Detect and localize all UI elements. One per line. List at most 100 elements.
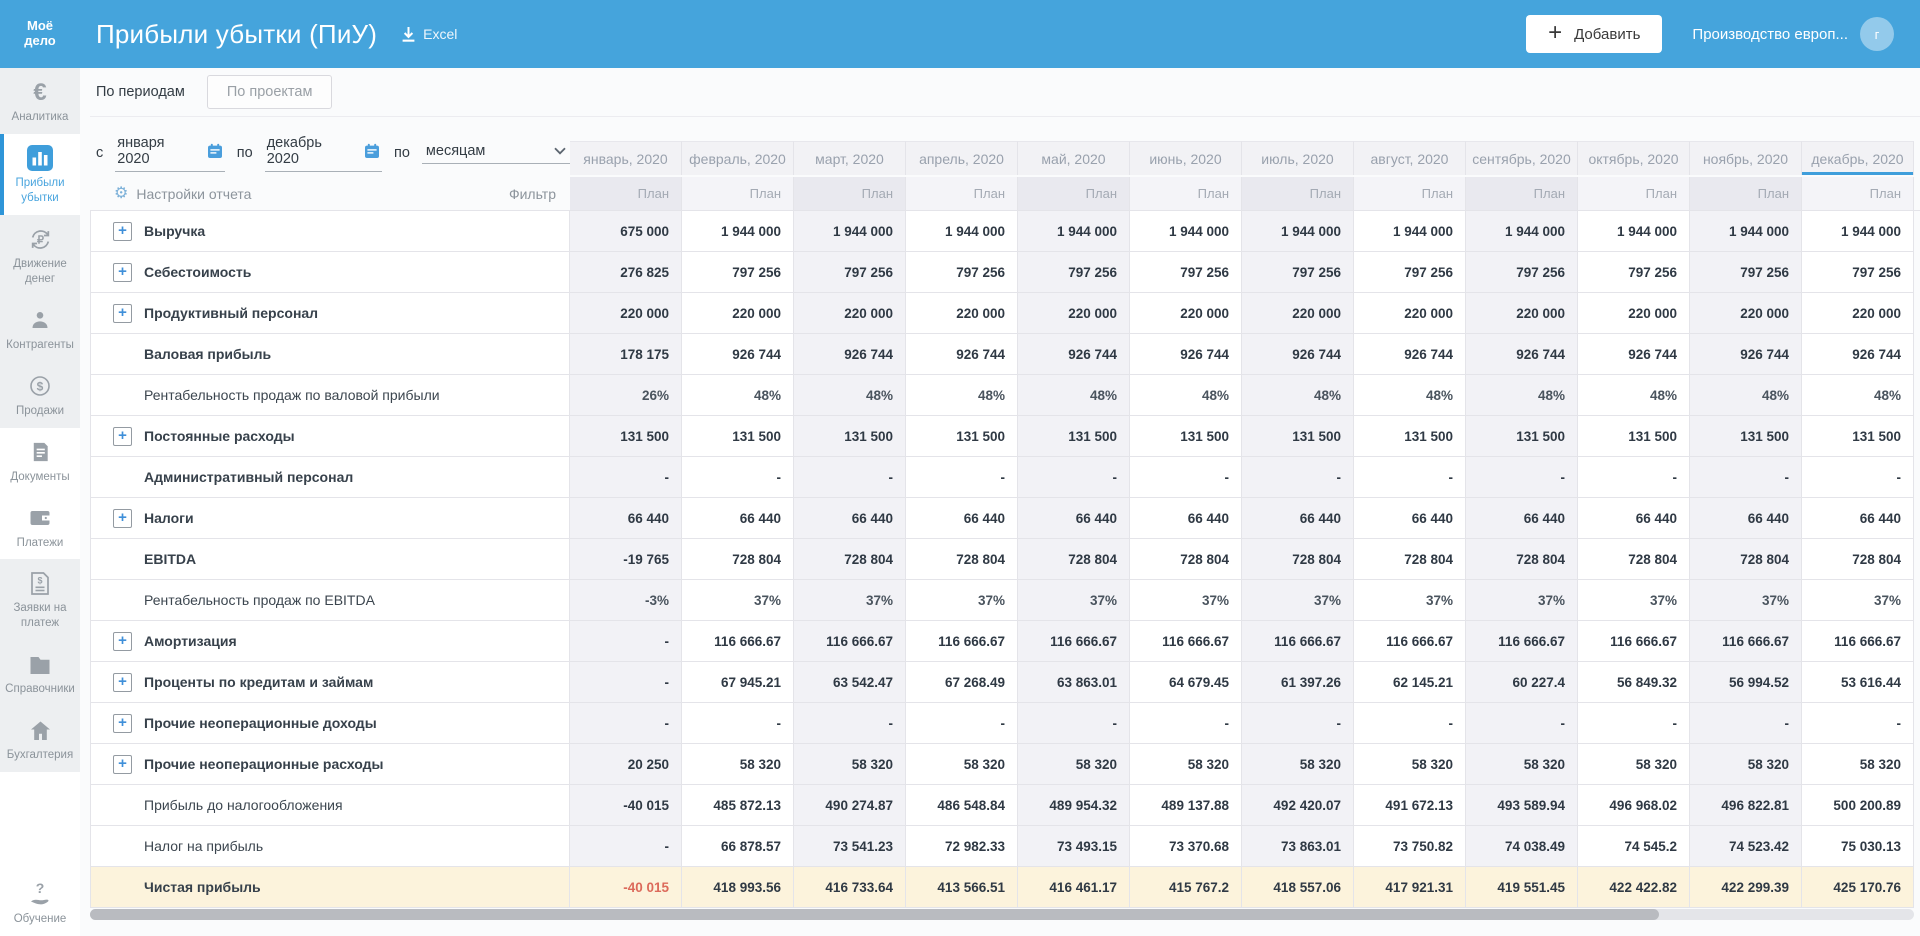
calendar-icon[interactable] — [207, 143, 223, 159]
cell-revenue-m8: 1 944 000 — [1354, 211, 1466, 251]
company-switcher[interactable]: Производство европ... — [1692, 26, 1848, 43]
sidebar-item-label: Контрагенты — [6, 338, 74, 353]
sidebar-item-label: Обучение — [14, 912, 67, 927]
cell-other-income-m6: - — [1130, 703, 1242, 743]
month-header-5[interactable]: май, 2020 — [1018, 141, 1130, 175]
expand-row-button[interactable]: + — [113, 714, 132, 733]
expand-row-button[interactable]: + — [113, 427, 132, 446]
cell-fixed-costs-m8: 131 500 — [1354, 416, 1466, 456]
sidebar-item-counterparties[interactable]: Контрагенты — [0, 296, 80, 362]
report-settings-link[interactable]: Настройки отчета — [136, 186, 251, 202]
row-label-cell-productive-staff: +Продуктивный персонал — [90, 293, 570, 333]
tab-by-periods[interactable]: По периодам — [94, 75, 197, 109]
sidebar-item-sales[interactable]: $Продажи — [0, 362, 80, 428]
cell-ebitda-m1: -19 765 — [570, 539, 682, 579]
date-to-input[interactable]: декабрь 2020 — [265, 135, 382, 172]
cell-other-income-m10: - — [1578, 703, 1690, 743]
avatar[interactable]: г — [1860, 17, 1894, 51]
cell-cost-of-sales-m10: 797 256 — [1578, 252, 1690, 292]
month-header-4[interactable]: апрель, 2020 — [906, 141, 1018, 175]
moedelo-logo[interactable]: Моё дело — [0, 19, 80, 49]
expand-row-button[interactable]: + — [113, 755, 132, 774]
month-header-2[interactable]: февраль, 2020 — [682, 141, 794, 175]
plan-row: ⚙ Настройки отчета Фильтр ПланПланПланПл… — [90, 177, 1914, 210]
cell-depreciation-m11: 116 666.67 — [1690, 621, 1802, 661]
cell-net-profit-m10: 422 422.82 — [1578, 867, 1690, 907]
cell-profit-before-tax-m12: 500 200.89 — [1802, 785, 1914, 825]
cell-revenue-m9: 1 944 000 — [1466, 211, 1578, 251]
tab-by-projects[interactable]: По проектам — [207, 75, 333, 109]
month-header-9[interactable]: сентябрь, 2020 — [1466, 141, 1578, 175]
sidebar-item-payment-requests[interactable]: $Заявки на платеж — [0, 559, 80, 640]
cell-ebitda-m10: 728 804 — [1578, 539, 1690, 579]
month-header-12[interactable]: декабрь, 2020 — [1802, 141, 1914, 175]
cell-other-expenses-m1: 20 250 — [570, 744, 682, 784]
month-header-1[interactable]: январь, 2020 — [570, 141, 682, 175]
excel-export-link[interactable]: Excel — [401, 26, 457, 43]
sidebar-item-payments[interactable]: Платежи — [0, 494, 80, 560]
expand-row-button[interactable]: + — [113, 673, 132, 692]
cell-profit-before-tax-m1: -40 015 — [570, 785, 682, 825]
sidebar-item-education[interactable]: ?Обучение — [0, 870, 80, 936]
expand-row-button[interactable]: + — [113, 304, 132, 323]
from-label: с — [96, 145, 103, 161]
cell-gross-margin-m9: 48% — [1466, 375, 1578, 415]
cell-ebitda-m2: 728 804 — [682, 539, 794, 579]
row-label: Чистая прибыль — [144, 879, 261, 895]
calendar-icon[interactable] — [364, 143, 380, 159]
row-label-cell-other-income: +Прочие неоперационные доходы — [90, 703, 570, 743]
month-header-8[interactable]: август, 2020 — [1354, 141, 1466, 175]
filter-link[interactable]: Фильтр — [509, 186, 556, 202]
cell-revenue-m3: 1 944 000 — [794, 211, 906, 251]
cell-ebitda-margin-m3: 37% — [794, 580, 906, 620]
cell-admin-staff-m12: - — [1802, 457, 1914, 497]
row-label-cell-income-tax: Налог на прибыль — [90, 826, 570, 866]
cell-loan-interest-m12: 53 616.44 — [1802, 662, 1914, 702]
cell-loan-interest-m7: 61 397.26 — [1242, 662, 1354, 702]
add-button[interactable]: + Добавить — [1526, 15, 1662, 53]
sidebar-item-accounting[interactable]: Бухгалтерия — [0, 706, 80, 772]
month-header-10[interactable]: октябрь, 2020 — [1578, 141, 1690, 175]
sidebar-item-profit-loss[interactable]: Прибыли убытки — [0, 134, 80, 215]
sidebar-item-label: Справочники — [5, 682, 75, 697]
sidebar-item-documents[interactable]: Документы — [0, 428, 80, 494]
sidebar-item-analytics[interactable]: €Аналитика — [0, 68, 80, 134]
cell-profit-before-tax-m4: 486 548.84 — [906, 785, 1018, 825]
cell-taxes-m10: 66 440 — [1578, 498, 1690, 538]
cell-gross-margin-m1: 26% — [570, 375, 682, 415]
expand-row-button[interactable]: + — [113, 222, 132, 241]
month-header-3[interactable]: март, 2020 — [794, 141, 906, 175]
sidebar-item-directories[interactable]: Справочники — [0, 640, 80, 706]
cell-other-income-m3: - — [794, 703, 906, 743]
cell-loan-interest-m10: 56 849.32 — [1578, 662, 1690, 702]
cell-ebitda-m8: 728 804 — [1354, 539, 1466, 579]
date-from-value: января 2020 — [117, 135, 198, 167]
cell-profit-before-tax-m11: 496 822.81 — [1690, 785, 1802, 825]
horizontal-scrollbar[interactable] — [90, 909, 1914, 920]
date-from-input[interactable]: января 2020 — [115, 135, 225, 172]
row-label: Постоянные расходы — [144, 428, 295, 444]
row-label: Амортизация — [144, 633, 237, 649]
table-row-income-tax: Налог на прибыль-66 878.5773 541.2372 98… — [90, 826, 1914, 867]
cell-revenue-m1: 675 000 — [570, 211, 682, 251]
expand-row-button[interactable]: + — [113, 263, 132, 282]
sidebar-item-label: Движение денег — [2, 257, 78, 287]
sidebar-item-label: Заявки на платеж — [2, 601, 78, 631]
month-header-11[interactable]: ноябрь, 2020 — [1690, 141, 1802, 175]
cell-loan-interest-m6: 64 679.45 — [1130, 662, 1242, 702]
cell-other-expenses-m6: 58 320 — [1130, 744, 1242, 784]
expand-row-button[interactable]: + — [113, 509, 132, 528]
row-label: Налог на прибыль — [144, 838, 263, 854]
row-label-cell-profit-before-tax: Прибыль до налогообложения — [90, 785, 570, 825]
plan-cell-4: План — [906, 177, 1018, 210]
group-by-select[interactable]: месяцам — [422, 143, 570, 164]
expand-row-button[interactable]: + — [113, 632, 132, 651]
month-header-6[interactable]: июнь, 2020 — [1130, 141, 1242, 175]
table-row-gross-profit: Валовая прибыль178 175926 744926 744926 … — [90, 334, 1914, 375]
sidebar-item-money-flow[interactable]: ₽Движение денег — [0, 215, 80, 296]
sidebar-item-label: Бухгалтерия — [7, 748, 73, 763]
cell-loan-interest-m1: - — [570, 662, 682, 702]
scrollbar-thumb[interactable] — [90, 909, 1659, 920]
cell-revenue-m10: 1 944 000 — [1578, 211, 1690, 251]
month-header-7[interactable]: июль, 2020 — [1242, 141, 1354, 175]
